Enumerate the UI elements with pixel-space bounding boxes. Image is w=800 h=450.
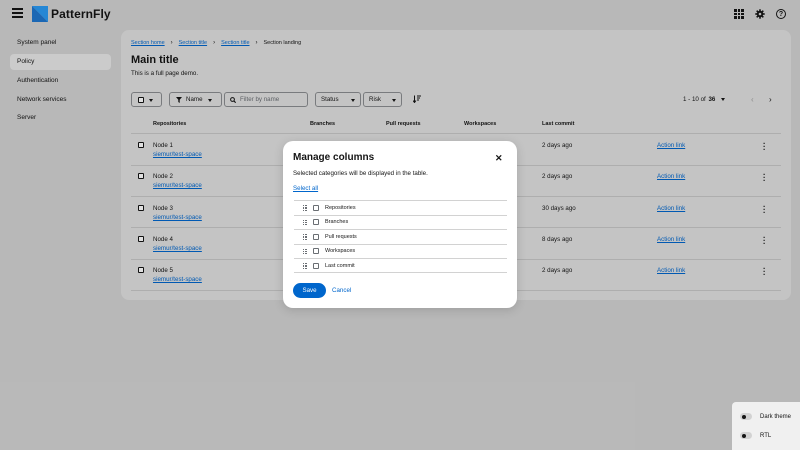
dark-theme-label: Dark theme bbox=[760, 413, 792, 420]
rtl-toggle[interactable] bbox=[740, 432, 752, 439]
drag-handle-icon[interactable] bbox=[303, 205, 307, 211]
column-option-repositories: Repositories bbox=[294, 200, 507, 215]
manage-columns-modal: Manage columns ✕ Selected categories wil… bbox=[283, 141, 517, 308]
dark-theme-toggle[interactable] bbox=[740, 413, 752, 420]
column-option-label: Repositories bbox=[325, 204, 356, 211]
column-option-label: Last commit bbox=[325, 262, 355, 269]
column-option-branches: Branches bbox=[294, 214, 507, 230]
modal-description: Selected categories will be displayed in… bbox=[293, 170, 428, 177]
select-all-link[interactable]: Select all bbox=[293, 185, 318, 192]
column-checkbox[interactable] bbox=[313, 233, 319, 240]
drag-handle-icon[interactable] bbox=[303, 263, 307, 269]
close-icon[interactable]: ✕ bbox=[495, 154, 503, 163]
column-option-label: Workspaces bbox=[325, 248, 356, 254]
column-option-pull-requests: Pull requests bbox=[294, 229, 507, 244]
column-checkbox[interactable] bbox=[313, 262, 319, 269]
rtl-label: RTL bbox=[760, 432, 772, 439]
column-option-last-commit: Last commit bbox=[294, 258, 507, 273]
drag-handle-icon[interactable] bbox=[303, 248, 307, 255]
drag-handle-icon[interactable] bbox=[303, 219, 307, 226]
column-option-label: Pull requests bbox=[325, 233, 357, 240]
column-option-label: Branches bbox=[325, 219, 349, 225]
column-checkbox[interactable] bbox=[313, 248, 319, 254]
save-button[interactable]: Save bbox=[293, 283, 326, 298]
theme-panel: Dark theme RTL bbox=[732, 402, 800, 450]
column-option-workspaces: Workspaces bbox=[294, 243, 507, 259]
cancel-button[interactable]: Cancel bbox=[332, 287, 351, 294]
column-checkbox[interactable] bbox=[313, 219, 319, 225]
column-checkbox[interactable] bbox=[313, 204, 319, 211]
modal-title: Manage columns bbox=[293, 152, 375, 163]
drag-handle-icon[interactable] bbox=[303, 234, 307, 240]
